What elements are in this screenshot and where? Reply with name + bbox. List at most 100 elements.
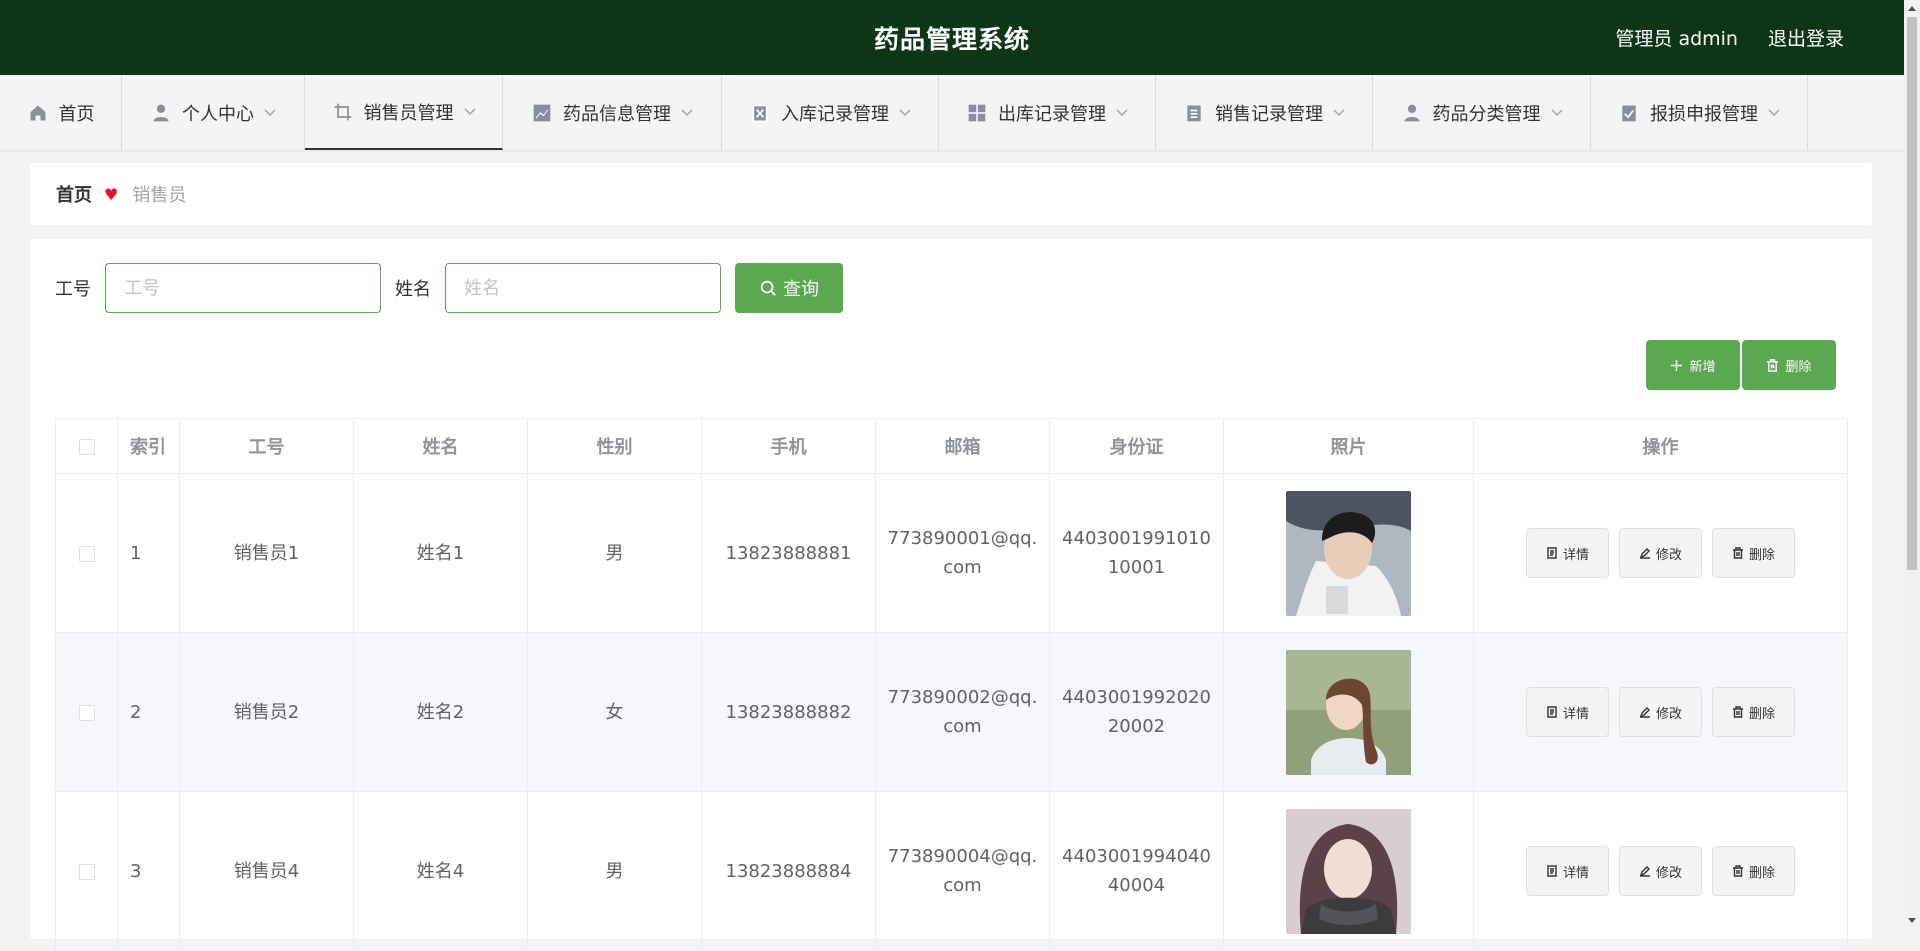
grid-icon: [966, 102, 988, 124]
nav-item-personal[interactable]: 个人中心: [122, 75, 305, 150]
header-idcard: 身份证: [1049, 418, 1224, 474]
edit-button[interactable]: 修改: [1619, 846, 1702, 896]
search-form: 工号 姓名 查询: [55, 263, 843, 313]
select-all-cell: [55, 418, 118, 474]
idcard-text: 440300199101010001: [1062, 528, 1211, 578]
header-phone: 手机: [701, 418, 876, 474]
add-button[interactable]: 新增: [1646, 340, 1740, 390]
header-actions: 操作: [1473, 418, 1848, 474]
delete-button[interactable]: 删除: [1712, 687, 1795, 737]
user-label: 管理员 admin: [1615, 28, 1738, 50]
nav-item-drug-info[interactable]: 药品信息管理: [503, 75, 722, 150]
chevron-down-icon: [1550, 107, 1563, 119]
scroll-down-arrow[interactable]: [1908, 918, 1916, 923]
header-gender: 性别: [527, 418, 702, 474]
breadcrumb-home[interactable]: 首页: [56, 181, 92, 207]
query-button-label: 查询: [783, 279, 819, 300]
batch-delete-button[interactable]: 删除: [1742, 340, 1836, 390]
nav-item-stock-out[interactable]: 出库记录管理: [939, 75, 1156, 150]
edit-button[interactable]: 修改: [1619, 528, 1702, 578]
cell-photo: [1223, 473, 1474, 633]
detail-label: 详情: [1562, 865, 1589, 881]
nav-label: 出库记录管理: [998, 103, 1106, 125]
content-panel: 工号 姓名 查询 新增 删除 索引 工号 姓名: [30, 239, 1872, 951]
search-id-label: 工号: [55, 279, 91, 300]
trash-icon: [1767, 358, 1779, 372]
photo-young-man[interactable]: [1286, 490, 1411, 616]
nav-label: 销售员管理: [363, 102, 454, 124]
detail-button[interactable]: 详情: [1526, 687, 1609, 737]
delete-button[interactable]: 删除: [1712, 528, 1795, 578]
detail-button[interactable]: 详情: [1526, 528, 1609, 578]
detail-button[interactable]: 详情: [1526, 846, 1609, 896]
nav-item-drug-category[interactable]: 药品分类管理: [1373, 75, 1591, 150]
row-checkbox[interactable]: [78, 863, 95, 880]
table-header-row: 索引 工号 姓名 性别 手机 邮箱 身份证 照片 操作: [55, 418, 1848, 474]
idcard-text: 440300199202020002: [1062, 687, 1211, 737]
pencil-icon: [1639, 548, 1650, 559]
cell-actions: 详情 修改 删除: [1473, 473, 1848, 633]
search-icon: [760, 280, 776, 296]
row-checkbox[interactable]: [78, 545, 95, 562]
scroll-up-arrow[interactable]: [1908, 6, 1916, 11]
document-icon: [1547, 706, 1557, 718]
clipboard-check-icon: [1618, 102, 1640, 124]
logout-link[interactable]: 退出登录: [1768, 24, 1844, 51]
nav-item-home[interactable]: 首页: [0, 75, 122, 150]
delete-label: 删除: [1748, 706, 1775, 722]
row-checkbox[interactable]: [78, 704, 95, 721]
nav-item-loss-report[interactable]: 报损申报管理: [1591, 75, 1808, 150]
idcard-text: 440300199404040004: [1062, 846, 1211, 896]
cell-email: 773890002@qq.com: [875, 632, 1050, 792]
cell-gender: 男: [527, 791, 702, 951]
search-id-input[interactable]: [105, 263, 381, 313]
cell-idcard: 440300199202020002: [1049, 632, 1224, 792]
nav-item-sales-record[interactable]: 销售记录管理: [1156, 75, 1373, 150]
clipboard-x-icon: [749, 102, 771, 124]
chevron-down-icon: [899, 107, 911, 119]
edit-button[interactable]: 修改: [1619, 687, 1702, 737]
pencil-icon: [1639, 866, 1650, 877]
cell-phone: 13823888884: [701, 791, 876, 951]
scroll-thumb[interactable]: [1907, 17, 1917, 570]
header-id: 工号: [179, 418, 354, 474]
cell-name: 姓名4: [353, 791, 528, 951]
page-scrollbar[interactable]: [1904, 0, 1920, 929]
main-nav: 首页 个人中心 销售员管理 药品信息管理 入库记录管理 出库记录管理 销售记录管…: [0, 75, 1904, 151]
add-button-label: 新增: [1689, 359, 1716, 375]
header-photo: 照片: [1223, 418, 1474, 474]
user-icon: [1401, 102, 1423, 124]
nav-label: 药品分类管理: [1432, 103, 1541, 125]
cell-actions: 详情 修改 删除: [1473, 791, 1848, 951]
row-select-cell: [55, 632, 118, 792]
nav-item-salesperson[interactable]: 销售员管理: [305, 75, 503, 150]
home-icon: [27, 102, 49, 124]
photo-girl-ponytail[interactable]: [1286, 649, 1411, 775]
nav-item-stock-in[interactable]: 入库记录管理: [722, 75, 939, 150]
cell-id: 销售员1: [179, 473, 354, 633]
cell-id: 销售员2: [179, 632, 354, 792]
select-all-checkbox[interactable]: [78, 438, 95, 455]
plus-icon: [1671, 359, 1683, 371]
nav-label: 个人中心: [182, 103, 254, 125]
cell-index: 3: [117, 791, 180, 951]
search-name-input[interactable]: [445, 263, 721, 313]
delete-button[interactable]: 删除: [1712, 846, 1795, 896]
cell-name: 姓名2: [353, 632, 528, 792]
clipboard-icon: [1183, 102, 1205, 124]
header-email: 邮箱: [875, 418, 1050, 474]
table-row: 3 销售员4 姓名4 男 13823888884 773890004@qq.co…: [55, 791, 1848, 951]
email-text: 773890001@qq.com: [887, 528, 1038, 578]
cell-name: 姓名1: [353, 473, 528, 633]
chevron-down-icon: [264, 107, 276, 119]
table-row: 1 销售员1 姓名1 男 13823888881 773890001@qq.co…: [55, 473, 1848, 633]
cell-photo: [1223, 632, 1474, 792]
email-text: 773890002@qq.com: [887, 687, 1038, 737]
detail-label: 详情: [1562, 547, 1589, 563]
nav-label: 销售记录管理: [1215, 103, 1323, 125]
user-icon: [150, 102, 172, 124]
photo-girl-scarf[interactable]: [1286, 808, 1411, 934]
document-icon: [1547, 547, 1557, 559]
edit-label: 修改: [1655, 706, 1682, 722]
query-button[interactable]: 查询: [735, 263, 843, 313]
